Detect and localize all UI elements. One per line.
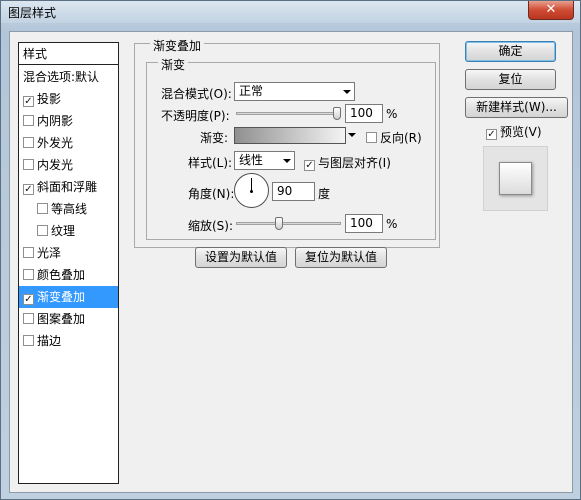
style-list-label: 内发光 bbox=[37, 158, 74, 172]
style-list-checkbox[interactable]: ✓ bbox=[23, 184, 34, 195]
align-with-layer-label: 与图层对齐(I) bbox=[318, 156, 391, 170]
style-list-item[interactable]: 图案叠加 bbox=[19, 308, 118, 330]
opacity-slider[interactable] bbox=[236, 112, 341, 115]
style-list-label: 图案叠加 bbox=[37, 312, 86, 326]
window-title: 图层样式 bbox=[8, 6, 57, 20]
dialog-body: 样式 混合选项:默认 ✓ 投影 内阴影 外发光 内发光 ✓ 斜面和浮雕 等高线 纹理 光泽 颜色叠加 ✓… bbox=[9, 31, 573, 493]
style-list-label: 光泽 bbox=[37, 246, 62, 260]
title-bar[interactable]: 图层样式 bbox=[1, 1, 580, 23]
angle-dial[interactable] bbox=[234, 173, 269, 208]
angle-center bbox=[250, 190, 253, 193]
preview-checkbox[interactable]: ✓ 预览(V) bbox=[486, 123, 542, 140]
blend-mode-value: 正常 bbox=[239, 84, 264, 98]
style-list-label: 外发光 bbox=[37, 136, 74, 150]
scale-slider-thumb[interactable] bbox=[274, 217, 283, 230]
scale-slider[interactable] bbox=[236, 222, 341, 225]
opacity-label: 不透明度(P): bbox=[161, 109, 230, 123]
style-list-checkbox[interactable] bbox=[23, 115, 34, 126]
style-list-checkbox[interactable]: ✓ bbox=[23, 294, 34, 305]
style-list-item[interactable]: 混合选项:默认 bbox=[19, 66, 118, 88]
gradient-label: 渐变: bbox=[200, 131, 229, 145]
align-checkbox-box[interactable]: ✓ bbox=[304, 160, 315, 171]
reverse-checkbox[interactable]: 反向(R) bbox=[366, 129, 422, 146]
gradient-overlay-title: 渐变叠加 bbox=[150, 37, 205, 54]
style-list-item[interactable]: 颜色叠加 bbox=[19, 264, 118, 286]
reset-button[interactable]: 复位 bbox=[465, 69, 556, 90]
ok-button[interactable]: 确定 bbox=[465, 41, 556, 62]
scale-input[interactable]: 100 bbox=[345, 214, 383, 233]
set-default-button[interactable]: 设置为默认值 bbox=[195, 247, 287, 268]
style-list-item[interactable]: 描边 bbox=[19, 330, 118, 352]
opacity-unit: % bbox=[386, 107, 398, 121]
style-preview-swatch bbox=[499, 162, 532, 195]
opacity-slider-thumb[interactable] bbox=[333, 107, 341, 120]
layer-style-dialog: 图层样式 ✕ 样式 混合选项:默认 ✓ 投影 内阴影 外发光 内发光 ✓ 斜面和浮雕 等高线 纹理… bbox=[0, 0, 581, 500]
style-list-item[interactable]: ✓ 渐变叠加 bbox=[19, 286, 118, 308]
style-value: 线性 bbox=[239, 153, 264, 167]
reverse-label: 反向(R) bbox=[380, 131, 422, 145]
chevron-down-icon bbox=[348, 133, 356, 137]
style-list-item[interactable]: 等高线 bbox=[19, 198, 118, 220]
style-list-checkbox[interactable] bbox=[23, 247, 34, 258]
style-list-label: 斜面和浮雕 bbox=[37, 180, 98, 194]
style-list-checkbox[interactable] bbox=[23, 269, 34, 280]
style-list-item[interactable]: 内发光 bbox=[19, 154, 118, 176]
style-label: 样式(L): bbox=[188, 156, 233, 170]
style-list-item[interactable]: ✓ 斜面和浮雕 bbox=[19, 176, 118, 198]
gradient-dropdown-button[interactable] bbox=[345, 127, 358, 144]
style-list-header[interactable]: 样式 bbox=[19, 43, 118, 65]
reset-default-button[interactable]: 复位为默认值 bbox=[295, 247, 387, 268]
style-list-label: 等高线 bbox=[51, 202, 88, 216]
blend-mode-select[interactable]: 正常 bbox=[234, 82, 355, 101]
style-list-checkbox[interactable] bbox=[23, 335, 34, 346]
angle-label: 角度(N): bbox=[188, 187, 235, 201]
blend-mode-label: 混合模式(O): bbox=[161, 87, 232, 101]
gradient-preview[interactable] bbox=[234, 127, 358, 144]
scale-label: 缩放(S): bbox=[188, 219, 234, 233]
gradient-group-title: 渐变 bbox=[158, 56, 189, 73]
style-list-item[interactable]: 内阴影 bbox=[19, 110, 118, 132]
chevron-down-icon bbox=[283, 159, 291, 163]
style-list: 样式 混合选项:默认 ✓ 投影 内阴影 外发光 内发光 ✓ 斜面和浮雕 等高线 纹理 光泽 颜色叠加 ✓… bbox=[18, 42, 119, 484]
style-list-checkbox[interactable] bbox=[23, 137, 34, 148]
new-style-button[interactable]: 新建样式(W)... bbox=[465, 97, 568, 118]
style-list-item[interactable]: 纹理 bbox=[19, 220, 118, 242]
style-list-checkbox[interactable]: ✓ bbox=[23, 96, 34, 107]
angle-unit: 度 bbox=[318, 187, 331, 201]
style-list-label: 内阴影 bbox=[37, 114, 74, 128]
style-list-item[interactable]: ✓ 投影 bbox=[19, 88, 118, 110]
close-button[interactable]: ✕ bbox=[528, 1, 574, 20]
style-list-label: 投影 bbox=[37, 92, 62, 106]
opacity-input[interactable]: 100 bbox=[345, 104, 383, 123]
style-list-checkbox[interactable] bbox=[23, 159, 34, 170]
style-preview bbox=[483, 146, 548, 211]
angle-input[interactable]: 90 bbox=[272, 182, 315, 201]
align-with-layer-checkbox[interactable]: ✓ 与图层对齐(I) bbox=[304, 154, 391, 171]
style-list-item[interactable]: 光泽 bbox=[19, 242, 118, 264]
chevron-down-icon bbox=[343, 90, 351, 94]
style-list-label: 渐变叠加 bbox=[37, 290, 86, 304]
style-list-label: 颜色叠加 bbox=[37, 268, 86, 282]
style-list-checkbox[interactable] bbox=[37, 203, 48, 214]
style-list-label: 纹理 bbox=[51, 224, 76, 238]
preview-label: 预览(V) bbox=[500, 125, 542, 139]
style-list-checkbox[interactable] bbox=[37, 225, 48, 236]
style-list-item[interactable]: 外发光 bbox=[19, 132, 118, 154]
style-list-label: 混合选项:默认 bbox=[23, 70, 100, 84]
scale-unit: % bbox=[386, 217, 398, 231]
style-list-label: 描边 bbox=[37, 334, 62, 348]
style-list-checkbox[interactable] bbox=[23, 313, 34, 324]
style-select[interactable]: 线性 bbox=[234, 151, 295, 170]
reverse-checkbox-box[interactable] bbox=[366, 132, 377, 143]
preview-checkbox-box[interactable]: ✓ bbox=[486, 129, 497, 140]
